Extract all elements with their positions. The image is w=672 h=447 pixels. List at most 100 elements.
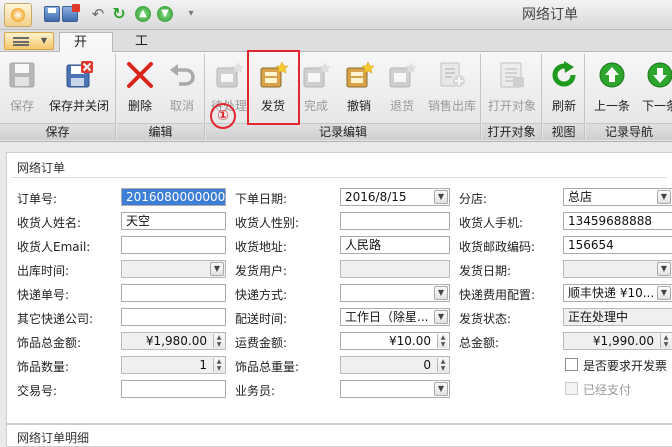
revoke-button[interactable]: 撤销 [338, 58, 380, 116]
consignee-address-field[interactable]: 人民路 [340, 236, 450, 254]
ribbon-tab-row: ▼ 开始 工具 [0, 30, 672, 70]
consignee-gender-field[interactable] [340, 212, 450, 230]
paid-label: 已经支付 [583, 383, 632, 397]
delete-button[interactable]: 删除 [119, 58, 161, 116]
cancel-button[interactable]: 取消 [161, 58, 203, 116]
shipping-fee-field[interactable]: ¥10.00 ▲ ▼ [340, 332, 450, 350]
sales-out-button[interactable]: 销售出库 [425, 58, 479, 116]
consignee-email-field[interactable] [121, 236, 226, 254]
order-date-field[interactable]: 2016/8/15 ▼ [340, 188, 450, 206]
spinner-icon[interactable]: ▲ ▼ [437, 358, 448, 372]
quick-up-arrow-icon[interactable]: ▲ [135, 6, 151, 22]
transaction-no-field[interactable] [121, 380, 226, 398]
ship-date-label: 发货日期: [459, 264, 512, 278]
title-bar: ↶ ↻ ▲ ▼ ▾ 网络订单 [0, 0, 672, 30]
save-close-icon [66, 61, 93, 88]
panel-divider [11, 177, 667, 178]
ship-button[interactable]: 发货 [252, 58, 294, 116]
order-no-field[interactable]: 20160800000006 [121, 188, 226, 206]
out-time-field[interactable]: ▼ [121, 260, 226, 278]
quick-undo-icon[interactable]: ↶ [90, 6, 106, 22]
ribbon: 保存 保存并关闭 保存 删除 取消 编辑 待处理 发货 完成 撤销 退货 销售出… [0, 52, 672, 142]
chevron-down-icon[interactable]: ▼ [434, 310, 448, 324]
group-record-nav: 上一条 下一条 记录导航 [586, 54, 672, 140]
group-edit: 删除 取消 编辑 [117, 54, 205, 140]
chevron-down-icon[interactable]: ▼ [210, 262, 224, 276]
pending-icon [216, 62, 244, 88]
delete-button-label: 删除 [127, 99, 152, 113]
shipping-fee-value: ¥10.00 [389, 334, 431, 348]
consignee-name-field[interactable]: 天空 [121, 212, 226, 230]
ship-status-field[interactable]: 正在处理中 [563, 308, 672, 326]
open-object-button[interactable]: 打开对象 [484, 58, 540, 116]
up-arrow-icon [599, 62, 625, 88]
paid-checkbox[interactable] [565, 382, 578, 395]
save-button[interactable]: 保存 [2, 58, 42, 116]
spinner-icon[interactable]: ▲ ▼ [213, 358, 224, 372]
save-button-label: 保存 [9, 99, 34, 113]
consignee-phone-field[interactable]: 13459688888 [563, 212, 672, 230]
express-no-label: 快递单号: [17, 288, 70, 302]
require-invoice-checkbox[interactable] [565, 358, 578, 371]
express-fee-config-label: 快递费用配置: [459, 288, 536, 302]
total-amount-label: 总金额: [459, 336, 500, 350]
chevron-down-icon[interactable]: ▼ [434, 382, 448, 396]
spinner-icon[interactable]: ▲ ▼ [213, 334, 224, 348]
chevron-down-icon[interactable]: ▼ [434, 286, 448, 300]
open-object-button-label: 打开对象 [487, 99, 536, 113]
complete-button[interactable]: 完成 [295, 58, 337, 116]
jewelry-weight-field[interactable]: 0 ▲ ▼ [340, 356, 450, 374]
complete-button-label: 完成 [303, 99, 328, 113]
tab-tools[interactable]: 工具 [121, 32, 171, 69]
app-menu-button[interactable]: ▼ [4, 32, 54, 50]
chevron-down-icon[interactable]: ▼ [434, 190, 448, 204]
express-method-select[interactable]: ▼ [340, 284, 450, 302]
delivery-time-select[interactable]: 工作日（除星... ▼ [340, 308, 450, 326]
postcode-label: 收货邮政编码: [459, 240, 536, 254]
postcode-field[interactable]: 156654 [563, 236, 672, 254]
menu-icon [13, 37, 29, 46]
quick-save-icon[interactable] [44, 6, 60, 22]
chevron-down-icon[interactable]: ▼ [657, 262, 671, 276]
jewelry-qty-field[interactable]: 1 ▲ ▼ [121, 356, 226, 374]
group-label-save: 保存 [0, 123, 115, 140]
branch-label: 分店: [459, 192, 488, 206]
order-date-label: 下单日期: [235, 192, 288, 206]
return-button[interactable]: 退货 [381, 58, 423, 116]
previous-record-label: 上一条 [593, 99, 630, 113]
refresh-button[interactable]: 刷新 [544, 58, 584, 116]
quick-down-arrow-icon[interactable]: ▼ [157, 6, 173, 22]
group-label-edit: 编辑 [117, 123, 204, 140]
ship-user-field[interactable] [340, 260, 450, 278]
express-fee-config-select[interactable]: 顺丰快递 ¥10... ▼ [563, 284, 672, 302]
tab-start[interactable]: 开始 [59, 32, 113, 70]
spinner-icon[interactable]: ▲ ▼ [660, 334, 671, 348]
consignee-name-label: 收货人姓名: [17, 216, 82, 230]
quick-save-close-icon[interactable] [62, 4, 80, 22]
express-no-field[interactable] [121, 284, 226, 302]
quick-refresh-icon[interactable]: ↻ [111, 6, 127, 22]
other-express-field[interactable] [121, 308, 226, 326]
app-icon[interactable] [4, 3, 32, 27]
jewelry-weight-label: 饰品总重量: [235, 360, 300, 374]
spinner-icon[interactable]: ▲ ▼ [437, 334, 448, 348]
delivery-time-label: 配送时间: [235, 312, 288, 326]
consignee-address-label: 收货地址: [235, 240, 288, 254]
shipping-fee-label: 运费金额: [235, 336, 288, 350]
chevron-down-icon[interactable]: ▼ [657, 190, 671, 204]
total-amount-field[interactable]: ¥1,990.00 ▲ ▼ [563, 332, 672, 350]
out-time-label: 出库时间: [17, 264, 70, 278]
salesperson-select[interactable]: ▼ [340, 380, 450, 398]
jewelry-amount-field[interactable]: ¥1,980.00 ▲ ▼ [121, 332, 226, 350]
previous-record-button[interactable]: 上一条 [588, 58, 636, 116]
save-close-button[interactable]: 保存并关闭 [44, 58, 114, 116]
revoke-button-label: 撤销 [346, 99, 371, 113]
ship-date-field[interactable]: ▼ [563, 260, 672, 278]
return-icon [389, 62, 417, 88]
chevron-down-icon: ▼ [40, 36, 47, 45]
chevron-down-icon[interactable]: ▼ [657, 286, 671, 300]
transaction-no-label: 交易号: [17, 384, 58, 398]
next-record-button[interactable]: 下一条 [636, 58, 672, 116]
branch-select[interactable]: 总店 ▼ [563, 188, 672, 206]
customize-icon[interactable]: ▾ [183, 6, 199, 22]
